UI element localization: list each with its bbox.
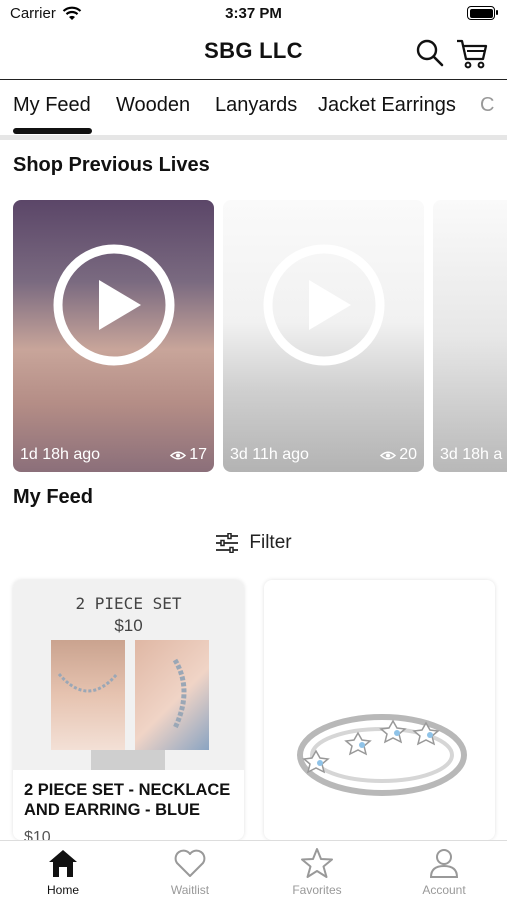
nav-account[interactable]: Account [394, 847, 494, 897]
star-icon [301, 848, 333, 878]
tab-next[interactable]: C [480, 94, 494, 117]
video-age: 3d 11h ago [230, 446, 309, 463]
status-time: 3:37 PM [225, 5, 282, 22]
nav-waitlist-label: Waitlist [170, 883, 210, 897]
video-age: 1d 18h ago [20, 446, 101, 463]
video-card[interactable]: 3d 11h ago 20 [223, 200, 424, 472]
necklace-photo [51, 640, 125, 750]
play-icon [263, 244, 385, 366]
ring-image [297, 714, 467, 796]
previous-lives-heading: Shop Previous Lives [13, 154, 210, 176]
home-icon [49, 850, 77, 877]
nav-account-label: Account [422, 883, 466, 897]
bottom-tab-bar: Home Waitlist Favorites Account [0, 840, 507, 900]
product-image: 2 PIECE SET $10 [13, 580, 244, 770]
filter-bar: Filter [0, 532, 507, 559]
view-count-value: 17 [189, 446, 207, 463]
app-header: SBG LLC [0, 28, 507, 80]
product-card[interactable]: 2 PIECE SET $10 2 PIECE SET - NECKLACE A… [13, 580, 244, 840]
video-card[interactable]: 3d 18h a [433, 200, 507, 472]
nav-home-label: Home [46, 883, 79, 897]
person-icon [429, 849, 459, 878]
video-card[interactable]: 1d 18h ago 17 [13, 200, 214, 472]
nav-favorites[interactable]: Favorites [267, 847, 367, 897]
tab-lanyards[interactable]: Lanyards [215, 94, 297, 117]
tab-wooden[interactable]: Wooden [116, 94, 190, 117]
nav-home[interactable]: Home [13, 847, 113, 897]
view-count: 17 [170, 446, 207, 464]
sliders-icon [216, 533, 239, 553]
nav-waitlist[interactable]: Waitlist [140, 847, 240, 897]
battery-icon [467, 6, 498, 20]
status-bar: Carrier 3:37 PM [0, 0, 507, 28]
eye-icon [380, 451, 397, 459]
view-count: 20 [380, 446, 417, 464]
video-age: 3d 18h a [440, 446, 503, 463]
search-icon [416, 39, 444, 67]
view-count-value: 20 [399, 446, 417, 463]
product-card[interactable] [264, 580, 495, 840]
previous-lives-carousel[interactable]: 1d 18h ago 17 3d 11h ago 20 3d 18h a [13, 200, 507, 472]
filter-label: Filter [249, 532, 292, 553]
tab-jacket-earrings[interactable]: Jacket Earrings [318, 94, 456, 117]
tab-my-feed[interactable]: My Feed [13, 94, 91, 117]
cart-button[interactable] [455, 36, 489, 70]
bracelet-photo [135, 640, 209, 750]
product-name: 2 PIECE SET - NECKLACE AND EARRING - BLU… [24, 781, 231, 819]
image-strip [91, 750, 165, 770]
feed-heading: My Feed [13, 486, 94, 508]
image-price: $10 [114, 616, 143, 635]
nav-favorites-label: Favorites [292, 883, 342, 897]
cart-icon [457, 39, 488, 69]
image-caption: 2 PIECE SET [75, 594, 182, 613]
eye-icon [170, 451, 187, 459]
filter-button[interactable]: Filter [215, 532, 292, 554]
tab-indicator [13, 128, 92, 134]
product-price: $10 [24, 829, 51, 840]
search-button[interactable] [415, 38, 445, 68]
category-tabs: My Feed Wooden Lanyards Jacket Earrings … [0, 82, 507, 140]
play-icon [53, 244, 175, 366]
heart-icon [174, 849, 206, 877]
